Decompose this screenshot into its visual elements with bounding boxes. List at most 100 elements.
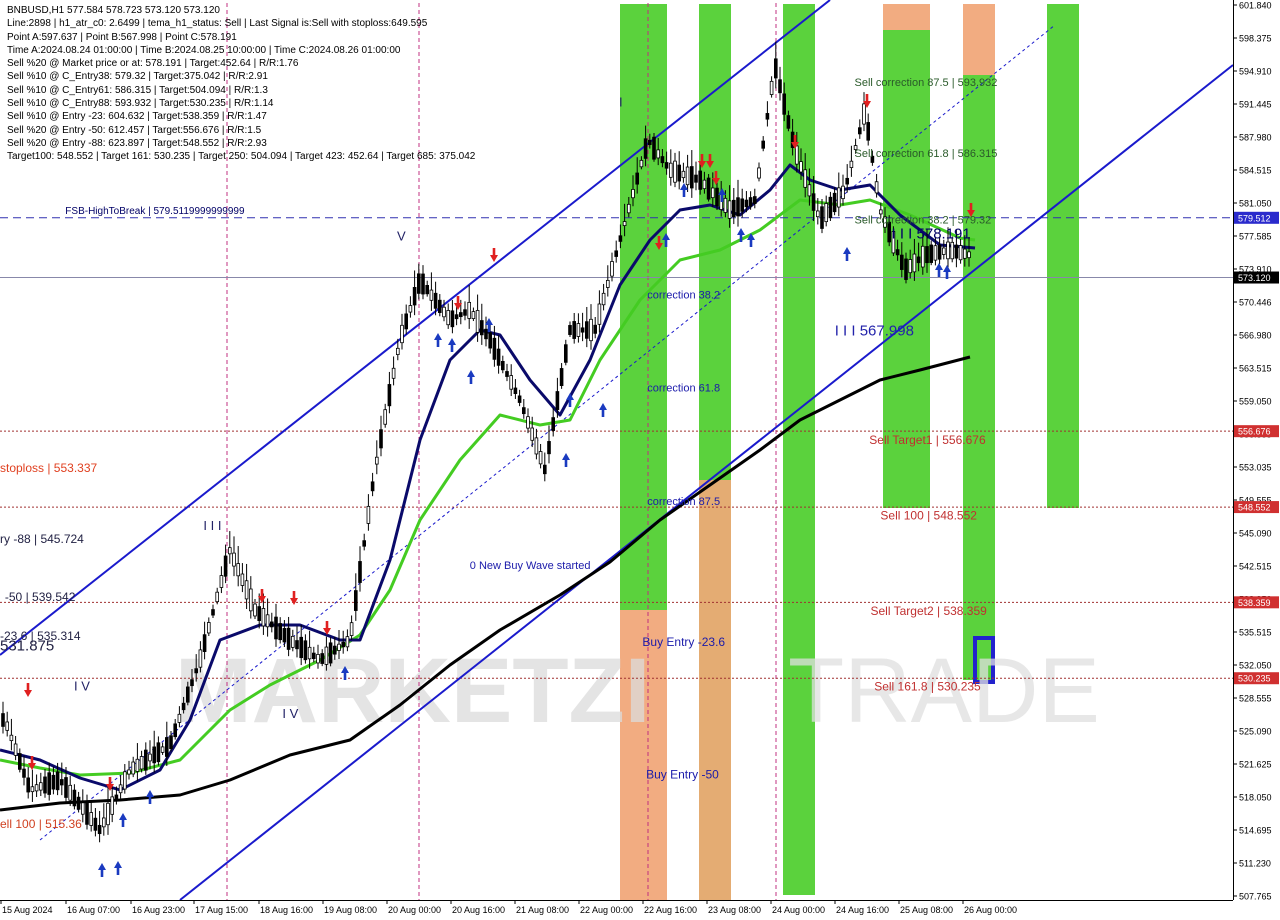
candle-body [589, 318, 593, 342]
candle-body [820, 206, 824, 229]
candle-body [593, 324, 597, 334]
candle-body [618, 235, 623, 242]
candle-body [127, 769, 131, 775]
candle-body [706, 177, 711, 200]
candle-body [324, 646, 329, 665]
x-tick-label: 17 Aug 15:00 [195, 905, 248, 915]
zone-band [783, 4, 815, 895]
candle-body [425, 285, 429, 295]
candle-body [282, 628, 287, 643]
candle-body [349, 622, 354, 636]
info-line: Sell %10 @ Entry -23: 604.632 | Target:5… [7, 111, 267, 123]
candle-body [177, 713, 182, 723]
candle-body [656, 149, 660, 159]
price-marker-label: 573.120 [1238, 273, 1271, 283]
candle-body [433, 292, 438, 309]
candle-body [437, 299, 442, 313]
y-tick-label: 594.910 [1239, 67, 1272, 77]
candle-body [265, 614, 270, 628]
candle-body [597, 303, 602, 325]
candle-body [488, 332, 492, 349]
candle-body [236, 563, 241, 577]
candle-body [458, 312, 463, 318]
candle-body [534, 437, 539, 455]
chart-info-panel: BNBUSD,H1 577.584 578.723 573.120 573.12… [7, 4, 475, 164]
candle-body [748, 197, 753, 207]
x-tick-label: 18 Aug 16:00 [260, 905, 313, 915]
candle-body [286, 627, 291, 650]
candle-body [55, 771, 60, 791]
candle-body [669, 162, 673, 178]
candle-body [958, 245, 963, 261]
y-tick-label: 532.050 [1239, 661, 1272, 671]
x-tick-label: 15 Aug 2024 [2, 905, 53, 915]
candle-body [929, 244, 933, 263]
candle-body [316, 654, 320, 664]
candle-body [606, 279, 610, 288]
candle-body [543, 464, 547, 475]
chart-annotation: Sell 161.8 | 530.235 [874, 680, 981, 694]
zone-band [963, 75, 995, 680]
candle-body [652, 136, 656, 160]
candle-body [475, 310, 480, 333]
candle-body [152, 746, 157, 764]
candle-body [13, 743, 18, 756]
y-tick-label: 563.515 [1239, 364, 1272, 374]
y-tick-label: 587.980 [1239, 133, 1272, 143]
info-line: Point A:597.637 | Point B:567.998 | Poin… [7, 31, 237, 43]
candle-body [9, 734, 14, 742]
y-tick-label: 591.445 [1239, 100, 1272, 110]
candle-body [547, 441, 551, 455]
x-tick-label: 19 Aug 08:00 [324, 905, 377, 915]
candle-body [332, 645, 337, 655]
candle-body [60, 779, 64, 786]
y-tick-label: 514.695 [1239, 826, 1272, 836]
zone-band [699, 4, 731, 480]
candle-body [580, 327, 585, 333]
candle-body [627, 203, 631, 214]
y-tick-label: 518.050 [1239, 793, 1272, 803]
candle-body [496, 348, 501, 366]
candle-body [786, 115, 791, 129]
candle-body [732, 199, 736, 218]
candle-body [799, 161, 803, 173]
candle-body [505, 371, 509, 377]
candle-body [576, 323, 581, 337]
y-tick-label: 545.090 [1239, 529, 1272, 539]
candle-body [538, 451, 543, 465]
candle-body [454, 314, 459, 320]
candle-body [232, 552, 236, 567]
y-tick-label: 542.515 [1239, 562, 1272, 572]
candle-body [379, 429, 383, 449]
candle-body [391, 367, 396, 379]
candle-body [206, 622, 211, 634]
y-tick-label: 601.840 [1239, 1, 1272, 11]
candle-body [51, 774, 56, 790]
candle-body [660, 156, 665, 164]
candle-body [803, 169, 807, 188]
candle-body [412, 287, 417, 306]
candle-body [26, 777, 30, 793]
info-line: Time A:2024.08.24 01:00:00 | Time B:2024… [7, 44, 401, 56]
candle-body [47, 772, 51, 795]
candle-body [832, 192, 837, 213]
candle-body [215, 591, 220, 603]
candle-body [190, 679, 194, 687]
chart-annotation: I I I 578.191 [892, 226, 971, 243]
candle-body [895, 249, 900, 256]
candle-body [366, 505, 371, 524]
candle-body [681, 170, 686, 179]
candle-body [156, 742, 161, 763]
y-tick-label: 535.515 [1239, 628, 1272, 638]
candle-body [673, 160, 677, 183]
candle-body [22, 768, 26, 778]
chart-annotation: I I I 567.998 [835, 323, 914, 340]
candle-body [248, 588, 253, 612]
candle-body [879, 209, 883, 215]
candle-body [727, 200, 732, 219]
candle-body [64, 777, 68, 798]
candle-body [39, 782, 43, 791]
x-tick-label: 16 Aug 23:00 [132, 905, 185, 915]
candle-body [761, 140, 765, 149]
candle-body [795, 145, 799, 165]
